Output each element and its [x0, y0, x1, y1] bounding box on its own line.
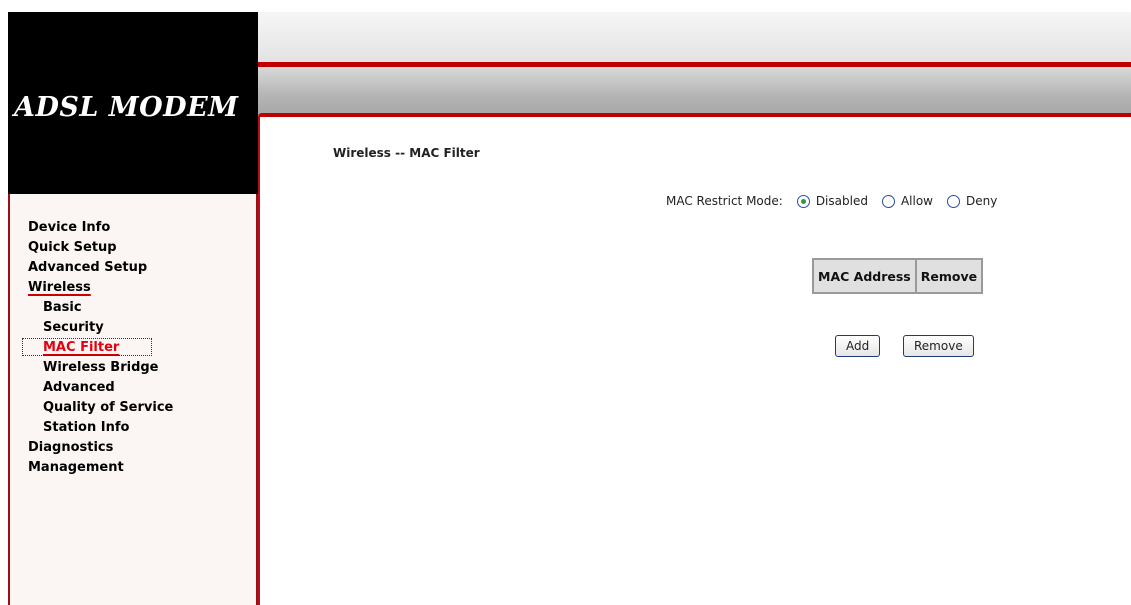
- page-title: Wireless -- MAC Filter: [333, 146, 480, 160]
- content-top-border: [258, 113, 1131, 117]
- mac-restrict-mode-label: MAC Restrict Mode:: [666, 194, 783, 208]
- mode-option-disabled[interactable]: Disabled: [796, 194, 868, 208]
- column-header-remove: Remove: [915, 259, 983, 293]
- radio-deny[interactable]: [947, 194, 960, 208]
- mode-option-allow[interactable]: Allow: [881, 194, 933, 208]
- focus-outline: [22, 338, 152, 356]
- sidebar-item-quick-setup[interactable]: Quick Setup: [28, 238, 173, 258]
- sidebar-item-station-info[interactable]: Station Info: [28, 418, 173, 438]
- sidebar-item-security[interactable]: Security: [28, 318, 173, 338]
- header-top-bar: [258, 12, 1131, 62]
- sidebar-item-management[interactable]: Management: [28, 458, 173, 478]
- sidebar-menu: Device Info Quick Setup Advanced Setup W…: [22, 218, 173, 478]
- sidebar-item-mac-filter[interactable]: MAC Filter: [22, 338, 173, 358]
- brand-panel: ADSL MODEM: [8, 12, 258, 194]
- sidebar: Device Info Quick Setup Advanced Setup W…: [8, 194, 258, 605]
- table-header-row: MAC Address Remove: [813, 259, 983, 293]
- sidebar-item-quality-of-service[interactable]: Quality of Service: [28, 398, 173, 418]
- radio-disabled[interactable]: [796, 194, 810, 208]
- brand-title: ADSL MODEM: [14, 92, 239, 123]
- mode-option-deny[interactable]: Deny: [947, 194, 997, 208]
- sidebar-item-diagnostics[interactable]: Diagnostics: [28, 438, 173, 458]
- header-gray-bar: [258, 67, 1131, 115]
- sidebar-item-advanced[interactable]: Advanced: [28, 378, 173, 398]
- sidebar-item-wireless[interactable]: Wireless: [28, 278, 173, 298]
- add-button[interactable]: Add: [835, 335, 881, 357]
- mac-filter-table: MAC Address Remove: [812, 258, 984, 294]
- sidebar-item-device-info[interactable]: Device Info: [28, 218, 173, 238]
- content-left-border: [258, 117, 260, 605]
- sidebar-item-wireless-bridge[interactable]: Wireless Bridge: [28, 358, 173, 378]
- radio-allow[interactable]: [881, 194, 895, 208]
- mac-restrict-mode: MAC Restrict Mode: Disabled Allow Deny: [666, 194, 1011, 208]
- sidebar-item-basic[interactable]: Basic: [28, 298, 173, 318]
- sidebar-item-advanced-setup[interactable]: Advanced Setup: [28, 258, 173, 278]
- column-header-mac-address: MAC Address: [813, 259, 916, 293]
- remove-button[interactable]: Remove: [903, 335, 974, 357]
